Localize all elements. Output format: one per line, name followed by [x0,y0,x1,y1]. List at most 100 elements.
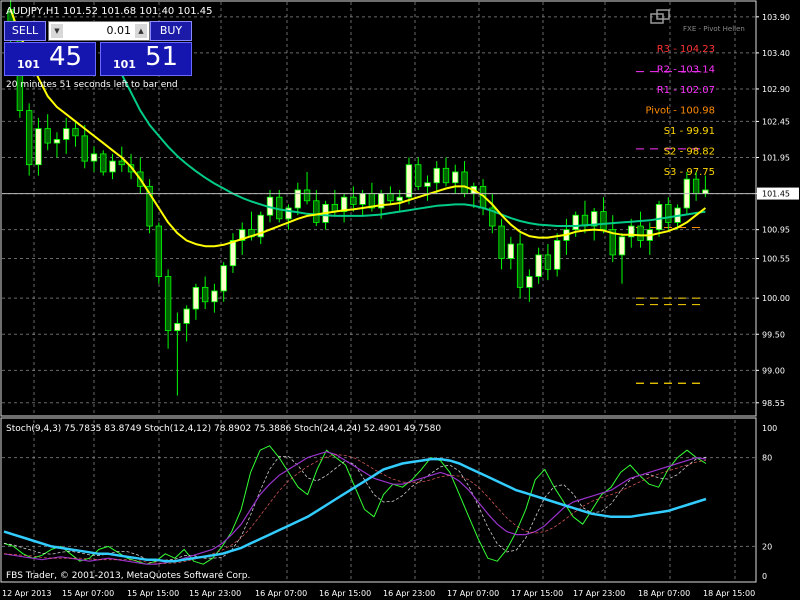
candle [220,262,227,302]
candle-bear [118,160,125,166]
candle-bear [600,211,607,231]
stoch-header: Stoch(9,4,3) 75.7835 83.8749 Stoch(12,4,… [6,424,441,434]
price-tick-label: 103.90 [762,13,790,22]
candle [637,211,644,248]
time-tick-label: 18 Apr 15:00 [703,589,755,598]
price-tick-label: 100.55 [762,255,790,264]
candle [257,211,264,245]
candle-bull [294,189,301,209]
stoch-line-3 [3,457,707,563]
candle-bull [359,193,366,205]
candle [192,283,200,320]
candle [211,283,218,313]
candle-bear [516,243,524,288]
lot-size-input[interactable] [65,23,131,38]
stoch-tick-label: 100 [762,424,777,433]
candle [174,312,181,396]
candle-bull [53,139,61,144]
candle [100,150,107,176]
candle [516,233,524,299]
candle [535,247,542,284]
candle-bear [303,189,311,202]
candle [44,114,51,151]
time-tick-label: 17 Apr 23:00 [573,589,625,598]
candle [433,161,440,194]
time-tick-label: 17 Apr 15:00 [511,589,563,598]
candle-bull [655,203,663,231]
candle-bull [507,243,515,259]
buy-button[interactable]: BUY [150,21,192,41]
candle [452,164,459,194]
candle-bear [544,254,552,270]
stoch-line-1 [3,445,707,565]
candle-bull [405,164,413,198]
price-tick-label: 99.00 [762,366,785,375]
window-layout-icon[interactable] [650,9,670,24]
candle-bull [526,276,533,288]
candle [507,236,515,270]
candle [628,218,635,248]
price-tick-label: 99.50 [762,330,785,339]
candle [72,121,79,147]
price-tick-label: 102.90 [762,85,790,94]
current-price-label: 101.45 [762,190,790,199]
price-tick-label: 100.00 [762,294,790,303]
price-tick-label: 103.40 [762,49,790,58]
candle-bull [174,323,181,332]
ask-price-button[interactable]: 101 51 [100,42,192,76]
bid-price-pips: 45 [49,42,83,72]
candle-bull [220,265,227,292]
candle [544,244,552,281]
price-tick-label: 98.55 [762,399,785,408]
one-click-trading-panel: SELL ▼ ▲ BUY 101 45 101 51 [4,20,192,76]
candle [276,189,283,223]
copyright: FBS Trader, © 2001-2013, MetaQuotes Soft… [6,571,250,581]
candle-bull [433,167,440,184]
symbol-header: AUDJPY,H1 101.52 101.68 101.40 101.45 [6,6,212,17]
time-tick-label: 17 Apr 07:00 [447,589,499,598]
pivot-level-label: S3 - 97.75 [664,167,715,178]
lot-decrease-icon[interactable]: ▼ [51,24,63,38]
sell-button[interactable]: SELL [4,21,46,41]
candle-bear [100,153,107,173]
candle-bear [201,286,209,303]
pivot-level-label: R1 - 102.07 [657,85,715,96]
candle-bull [109,160,116,173]
candle [90,146,98,172]
candle-bear [692,178,700,194]
candle-bull [35,128,42,166]
candle [53,132,61,158]
candle-bull [553,240,561,270]
candle-bear [25,110,33,166]
lot-increase-icon[interactable]: ▲ [135,24,147,38]
candle [340,193,348,223]
candle-bull [192,286,200,310]
candle-bull [572,214,579,231]
price-tick-label: 102.45 [762,117,790,126]
candle [405,157,413,205]
candle [526,269,533,302]
stoch-tick-label: 0 [762,572,767,581]
price-tick-label: 100.95 [762,226,790,235]
pivot-level-label: R2 - 103.14 [657,65,715,76]
chart-canvas[interactable]: R3 - 104.23 R2 - 103.14 R1 - 102.07 Pivot -… [0,0,800,600]
candle-bull [618,236,626,256]
candle-bear [81,135,88,162]
candle [563,218,570,255]
pivot-indicator-title: FXE - Pivot Hellen [683,25,745,33]
candle-bear [155,225,163,277]
candle [387,186,394,205]
candle [146,179,153,234]
candle-bear [72,128,79,137]
candle-bear [164,276,172,332]
candle-bear [665,203,672,223]
candle [415,157,422,190]
pivot-level-label: R3 - 104.23 [657,44,715,55]
candle [164,269,172,349]
bid-price-button[interactable]: 101 45 [4,42,96,76]
candle-bull [396,196,403,202]
lot-size-stepper[interactable]: ▼ ▲ [48,21,150,41]
time-tick-label: 16 Apr 07:00 [255,589,307,598]
time-tick-label: 12 Apr 2013 [2,589,51,598]
candle-bear [44,128,51,144]
